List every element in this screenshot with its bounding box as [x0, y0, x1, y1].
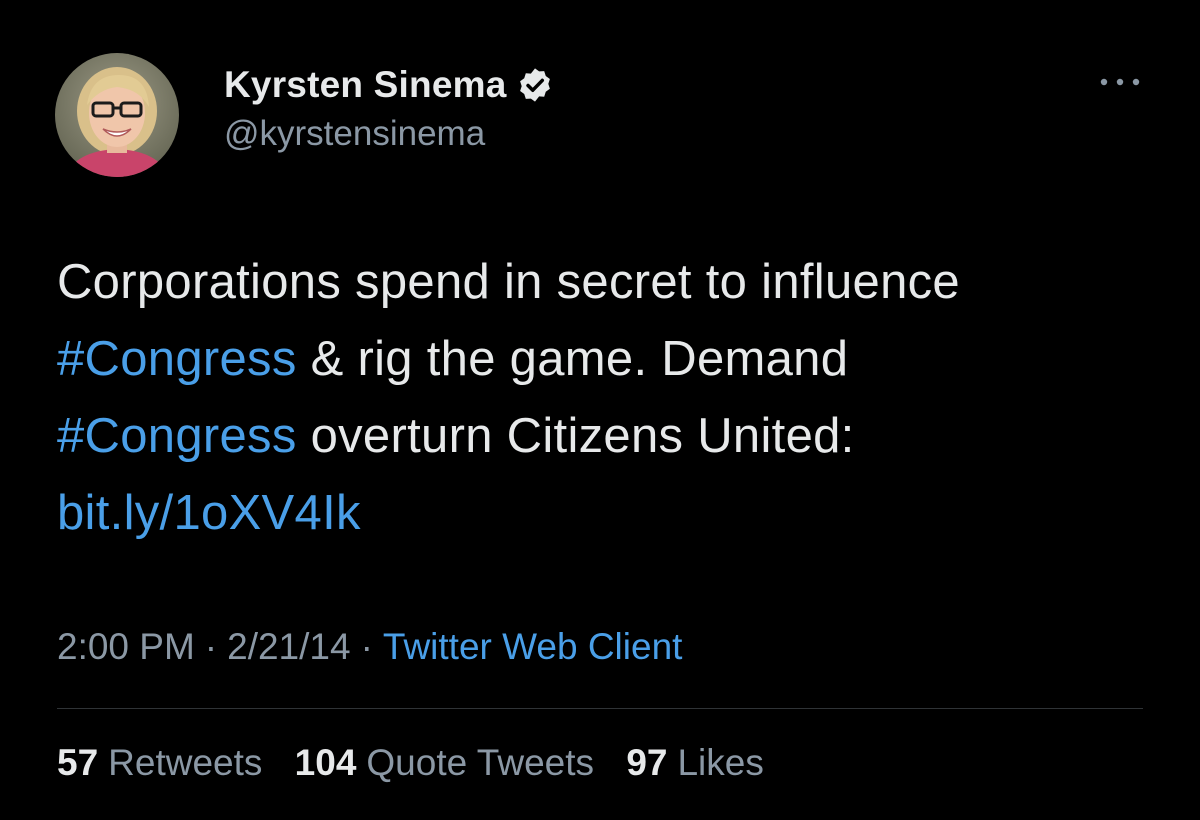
tweet: Kyrsten Sinema @kyrstensinema Corporatio… [0, 0, 1200, 820]
likes-count: 97 [626, 742, 668, 783]
tweet-text-segment: & rig the game. Demand [296, 332, 849, 386]
avatar[interactable] [55, 53, 179, 177]
retweets-stat[interactable]: 57 Retweets [57, 742, 262, 783]
tweet-text: Corporations spend in secret to influenc… [57, 244, 1167, 552]
tweet-time[interactable]: 2:00 PM [57, 626, 195, 667]
tweet-text-segment: Corporations spend in secret to influenc… [57, 255, 960, 309]
tweet-text-line: #Congress & rig the game. Demand [57, 321, 1167, 398]
hashtag-link[interactable]: #Congress [57, 332, 297, 386]
tweet-text-line: #Congress overturn Citizens United: [57, 398, 1167, 475]
divider [57, 708, 1143, 709]
quote-tweets-label: Quote Tweets [366, 742, 595, 783]
likes-stat[interactable]: 97 Likes [626, 742, 764, 783]
tweet-text-line: bit.ly/1oXV4Ik [57, 475, 1167, 552]
tweet-date[interactable]: 2/21/14 [227, 626, 350, 667]
meta-separator: · [204, 626, 218, 667]
handle[interactable]: @kyrstensinema [224, 114, 554, 154]
likes-label: Likes [677, 742, 764, 783]
quote-tweets-count: 104 [294, 742, 357, 783]
url-link[interactable]: bit.ly/1oXV4Ik [57, 486, 361, 540]
author-info: Kyrsten Sinema @kyrstensinema [224, 60, 554, 154]
name-row: Kyrsten Sinema [224, 60, 554, 110]
tweet-source-link[interactable]: Twitter Web Client [383, 626, 683, 667]
tweet-meta: 2:00 PM · 2/21/14 · Twitter Web Client [57, 626, 682, 668]
quote-tweets-stat[interactable]: 104 Quote Tweets [295, 742, 594, 783]
tweet-text-line: Corporations spend in secret to influenc… [57, 244, 1167, 321]
retweets-count: 57 [57, 742, 99, 783]
more-horizontal-icon [1100, 78, 1140, 86]
retweets-label: Retweets [108, 742, 263, 783]
tweet-stats: 57 Retweets 104 Quote Tweets 97 Likes [57, 742, 786, 784]
more-options-button[interactable] [1094, 64, 1146, 104]
meta-separator: · [360, 626, 373, 667]
tweet-text-segment: overturn Citizens United: [296, 409, 855, 463]
verified-badge-icon [516, 66, 554, 104]
hashtag-link[interactable]: #Congress [57, 409, 297, 463]
profile-photo-icon [55, 53, 179, 177]
display-name[interactable]: Kyrsten Sinema [224, 64, 506, 106]
